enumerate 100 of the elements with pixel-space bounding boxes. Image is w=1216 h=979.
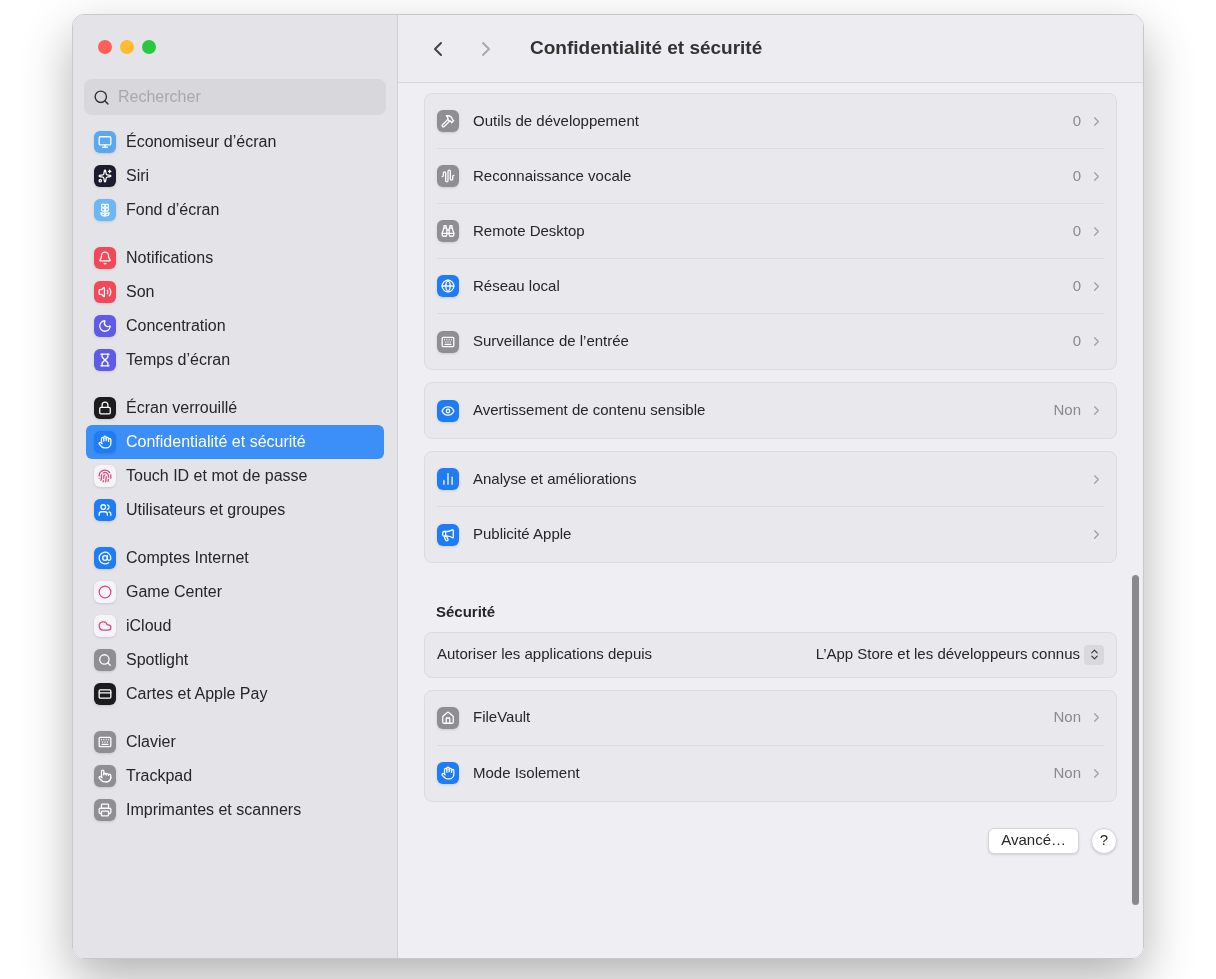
sidebar-label: Cartes et Apple Pay: [126, 684, 268, 704]
sidebar-label: Écran verrouillé: [126, 397, 238, 418]
keyboard-icon: [437, 330, 459, 353]
sidebar-item[interactable]: Game Center: [86, 575, 384, 609]
magnifier-icon: [94, 649, 116, 671]
help-button[interactable]: ?: [1091, 827, 1117, 854]
sidebar-label: Notifications: [126, 248, 214, 268]
sidebar-label: Temps d’écran: [126, 350, 231, 370]
sidebar-label: Trackpad: [126, 766, 193, 786]
source-popup[interactable]: L’App Store et les développeurs connus: [815, 643, 1104, 666]
section-heading: Sécurité: [435, 602, 497, 622]
sidebar-item[interactable]: Imprimantes et scanners: [86, 793, 384, 827]
settings-row[interactable]: Reconnaissance vocale 0: [437, 149, 1104, 204]
row-value: Non: [1053, 762, 1081, 783]
row-label: Avertissement de contenu sensible: [473, 400, 706, 421]
sidebar-label: Clavier: [126, 732, 176, 752]
bell-icon: [94, 247, 116, 269]
sidebar-label: Siri: [126, 166, 150, 186]
settings-row[interactable]: Mode Isolement Non: [437, 745, 1104, 801]
house-icon: [437, 706, 459, 729]
row-value: 0: [1072, 220, 1081, 241]
sidebar-label: Fond d’écran: [126, 200, 220, 220]
settings-row[interactable]: Surveillance de l’entrée 0: [437, 314, 1104, 369]
row-value: Non: [1053, 707, 1081, 728]
sidebar-label: Spotlight: [126, 650, 189, 670]
sidebar-label: iCloud: [126, 616, 172, 636]
row-label: Mode Isolement: [473, 762, 580, 783]
sidebar-item[interactable]: Utilisateurs et groupes: [86, 493, 384, 527]
settings-row[interactable]: Outils de développement 0: [437, 94, 1104, 149]
sidebar-item[interactable]: Concentration: [86, 309, 384, 343]
flower-icon: [94, 199, 116, 221]
sidebar-item[interactable]: Notifications: [86, 241, 384, 275]
window-title: Confidentialité et sécurité: [530, 36, 763, 61]
row-label: Analyse et améliorations: [473, 468, 637, 489]
row-label: Reconnaissance vocale: [473, 165, 632, 186]
sidebar-item[interactable]: Fond d’écran: [86, 193, 384, 227]
close-button[interactable]: [98, 40, 112, 54]
settings-row[interactable]: Avertissement de contenu sensible Non: [437, 383, 1104, 438]
search-icon: [93, 89, 110, 106]
row-value: Non: [1053, 400, 1081, 421]
sidebar-label: Touch ID et mot de passe: [126, 466, 308, 486]
sidebar-label: Game Center: [126, 582, 223, 602]
hammer-icon: [437, 110, 459, 132]
at-sign-icon: [94, 547, 116, 569]
row-label: Autoriser les applications depuis: [437, 644, 653, 665]
row-label: Outils de développement: [473, 110, 639, 131]
sidebar-label: Imprimantes et scanners: [126, 800, 302, 820]
sidebar-label: Comptes Internet: [126, 548, 249, 568]
settings-row[interactable]: FileVault Non: [437, 690, 1104, 746]
sidebar-item[interactable]: iCloud: [86, 609, 384, 643]
sidebar-item[interactable]: Temps d’écran: [86, 343, 384, 377]
row-value: 0: [1072, 275, 1081, 296]
row-value: 0: [1072, 165, 1081, 186]
printer-icon: [94, 799, 116, 821]
sidebar-item[interactable]: Spotlight: [86, 643, 384, 677]
settings-row[interactable]: Remote Desktop 0: [437, 204, 1104, 259]
sidebar-item[interactable]: Siri: [86, 159, 384, 193]
row-label: Publicité Apple: [473, 524, 572, 545]
hourglass-icon: [94, 349, 116, 371]
sidebar-label: Concentration: [126, 316, 226, 336]
lock-icon: [94, 397, 116, 419]
waveform-icon: [437, 165, 459, 187]
row-label: FileVault: [473, 707, 531, 728]
hand-icon: [437, 762, 459, 784]
row-value: 0: [1072, 110, 1081, 131]
row-label: Surveillance de l’entrée: [473, 331, 629, 352]
sidebar-item[interactable]: Touch ID et mot de passe: [86, 459, 384, 493]
eye-icon: [437, 399, 459, 422]
moon-icon: [94, 315, 116, 337]
sidebar-label: Confidentialité et sécurité: [126, 432, 306, 452]
settings-row[interactable]: Analyse et améliorations: [437, 452, 1104, 507]
up-down-chevron-icon: [1084, 644, 1104, 665]
sidebar-label: Économiseur d’écran: [126, 131, 277, 152]
wallet-icon: [94, 683, 116, 705]
settings-row[interactable]: Publicité Apple: [437, 507, 1104, 562]
row-label: Réseau local: [473, 275, 560, 296]
speaker-icon: [94, 281, 116, 303]
settings-row[interactable]: Réseau local 0: [437, 259, 1104, 314]
cloud-icon: [94, 615, 116, 637]
sidebar-item[interactable]: Écran verrouillé: [86, 391, 384, 425]
sidebar-label: Utilisateurs et groupes: [126, 500, 286, 520]
sidebar-item[interactable]: Économiseur d’écran: [86, 125, 384, 159]
row-label: Remote Desktop: [473, 220, 585, 241]
minimize-button[interactable]: [120, 40, 134, 54]
zoom-button[interactable]: [142, 40, 156, 54]
hand-icon: [94, 431, 116, 453]
row-value: 0: [1072, 331, 1081, 352]
sidebar-item[interactable]: Clavier: [86, 725, 384, 759]
sidebar-item[interactable]: Trackpad: [86, 759, 384, 793]
bar-chart-icon: [437, 468, 459, 490]
advanced-button[interactable]: Avancé…: [988, 827, 1079, 854]
binoculars-icon: [437, 220, 459, 242]
sidebar-item[interactable]: Comptes Internet: [86, 541, 384, 575]
sidebar-item[interactable]: Son: [86, 275, 384, 309]
pointer-hand-icon: [94, 765, 116, 787]
sidebar-label: Son: [126, 282, 155, 302]
megaphone-icon: [437, 523, 459, 546]
globe-icon: [437, 275, 459, 297]
keyboard-icon: [94, 731, 116, 753]
sidebar-item[interactable]: Cartes et Apple Pay: [86, 677, 384, 711]
